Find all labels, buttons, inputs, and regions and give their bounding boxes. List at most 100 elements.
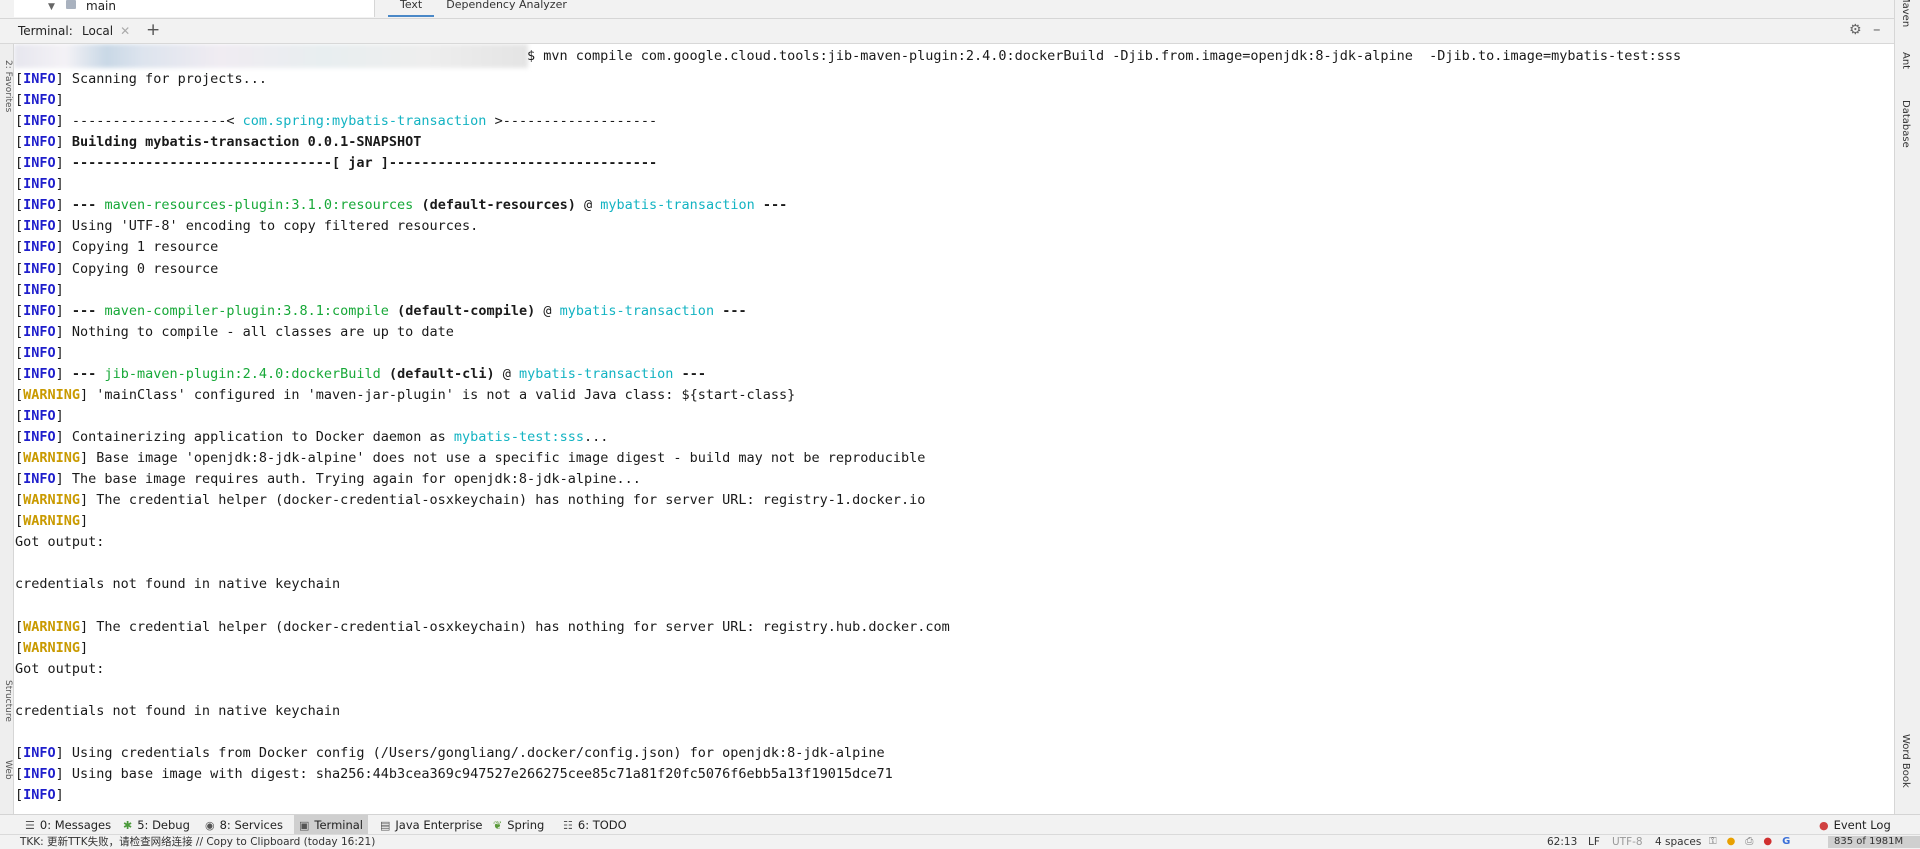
log-text: ] [55,302,72,319]
ant-strip-label[interactable]: Ant [1900,52,1911,69]
log-text: [ [15,260,24,277]
log-text: [ [15,176,24,193]
folder-icon [66,0,76,9]
word-book-strip-label[interactable]: Word Book [1900,734,1911,788]
line-separator[interactable]: LF [1588,835,1600,849]
log-level-info: INFO [23,113,56,130]
log-level-info: INFO [23,765,56,782]
log-text: (default-cli) [388,365,495,382]
right-tool-strip: Maven Ant Database Word Book [1894,0,1920,848]
favorites-strip-label[interactable]: 2: Favorites [0,60,13,112]
log-text: ] [55,787,64,804]
log-text: [ [15,639,24,656]
terminal-line: [INFO] [15,280,64,301]
gear-icon[interactable]: ⚙ [1849,22,1862,38]
status-bar: TKK: 更新TTK失败，请检查网络连接 // Copy to Clipboar… [0,834,1920,849]
tool-event-log[interactable]: ● Event Log [1814,815,1896,835]
tab-dependency-analyzer[interactable]: Dependency Analyzer [434,0,579,17]
project-tree-panel: ▼ main [14,0,375,17]
google-icon[interactable]: G [1782,836,1790,847]
log-text: mybatis-transaction [600,197,755,214]
plugin-icon[interactable]: ● [1727,836,1736,847]
log-level-info: INFO [23,197,56,214]
log-text: [ [15,471,24,488]
tool-label: Event Log [1833,818,1891,832]
tool-todo[interactable]: ☷ 6: TODO [558,815,632,835]
tool-terminal[interactable]: ▣ Terminal [294,815,369,835]
log-text: credentials not found in native keychain [15,576,341,593]
tab-text[interactable]: Text [388,0,435,17]
terminal-line: [INFO] Copying 0 resource [15,259,218,280]
log-level-info: INFO [23,302,56,319]
memory-indicator[interactable]: 835 of 1981M [1828,836,1920,848]
terminal-line: [INFO] [15,343,64,364]
database-strip-label[interactable]: Database [1900,100,1911,148]
todo-icon: ☷ [563,818,573,832]
tool-services[interactable]: ◉ 8: Services [200,815,288,835]
terminal-line: credentials not found in native keychain [15,701,340,722]
error-icon[interactable]: ● [1763,836,1772,847]
messages-icon: ☰ [25,818,35,832]
log-text: credentials not found in native keychain [15,702,341,719]
close-icon[interactable]: ✕ [120,24,130,38]
terminal-line: [INFO] Building mybatis-transaction 0.0.… [15,132,421,153]
services-icon: ◉ [205,818,215,832]
log-text: --------------------------------[ jar ]-… [71,155,658,172]
tool-spring[interactable]: ❦ Spring [488,815,549,835]
log-text: [ [15,492,24,509]
log-text: [ [15,744,24,761]
web-strip-label[interactable]: Web [0,760,13,780]
tool-java-enterprise[interactable]: ▤ Java Enterprise [375,815,488,835]
project-tree-item[interactable]: main [86,0,116,12]
minimize-icon[interactable]: – [1873,20,1881,38]
log-text: [ [15,513,24,530]
log-text: ... [583,429,609,446]
log-level-info: INFO [23,239,56,256]
log-text: ] [80,639,89,656]
structure-strip-label[interactable]: Structure [0,680,13,722]
indent-setting[interactable]: 4 spaces [1655,835,1701,849]
log-text: (default-resources) [421,197,576,214]
log-text: @ [494,365,519,382]
tree-expand-icon[interactable]: ▼ [48,1,55,13]
log-text: ] [55,365,72,382]
log-text: [ [15,429,24,446]
log-level-warning: WARNING [23,492,81,509]
log-text: jib-maven-plugin:2.4.0:dockerBuild [104,365,381,382]
java-enterprise-icon: ▤ [380,818,391,832]
terminal-line: credentials not found in native keychain [15,574,340,595]
terminal-tab-local[interactable]: Local ✕ [76,21,136,41]
status-icons: ⚿ ● ⎙ ● G [1709,836,1790,847]
log-text: maven-compiler-plugin:3.8.1:compile [104,302,389,319]
tool-messages[interactable]: ☰ 0: Messages [20,815,116,835]
spring-icon: ❦ [493,818,503,832]
log-text: ] [55,134,72,151]
log-text: Got output: [15,660,105,677]
log-text: ] Nothing to compile - all classes are u… [55,323,454,340]
log-text: mybatis-transaction [559,302,715,319]
log-text: [ [15,407,24,424]
maven-strip-label[interactable]: Maven [1900,0,1911,27]
log-level-info: INFO [23,744,56,761]
caret-position[interactable]: 62:13 [1547,835,1577,849]
lock-icon[interactable]: ⚿ [1709,836,1717,847]
add-terminal-icon[interactable]: + [146,20,160,40]
log-text: ] [55,344,64,361]
log-level-info: INFO [23,787,56,804]
terminal-line: [INFO] [15,90,64,111]
log-level-info: INFO [23,407,56,424]
terminal-header: Terminal: Local ✕ + ⚙ – [0,19,1894,44]
file-encoding[interactable]: UTF-8 [1612,835,1643,849]
terminal-output[interactable]: $ mvn compile com.google.cloud.tools:jib… [14,44,1878,807]
tool-label: Terminal [314,818,364,832]
log-level-info: INFO [23,134,56,151]
status-message[interactable]: TKK: 更新TTK失败，请检查网络连接 // Copy to Clipboar… [20,835,375,849]
log-level-warning: WARNING [23,513,81,530]
log-level-info: INFO [23,71,56,87]
log-text: [ [15,239,24,256]
tool-debug[interactable]: ✱ 5: Debug [118,815,195,835]
terminal-line: [INFO] [15,406,64,427]
printer-icon[interactable]: ⎙ [1745,836,1753,847]
log-text: [ [15,134,24,151]
